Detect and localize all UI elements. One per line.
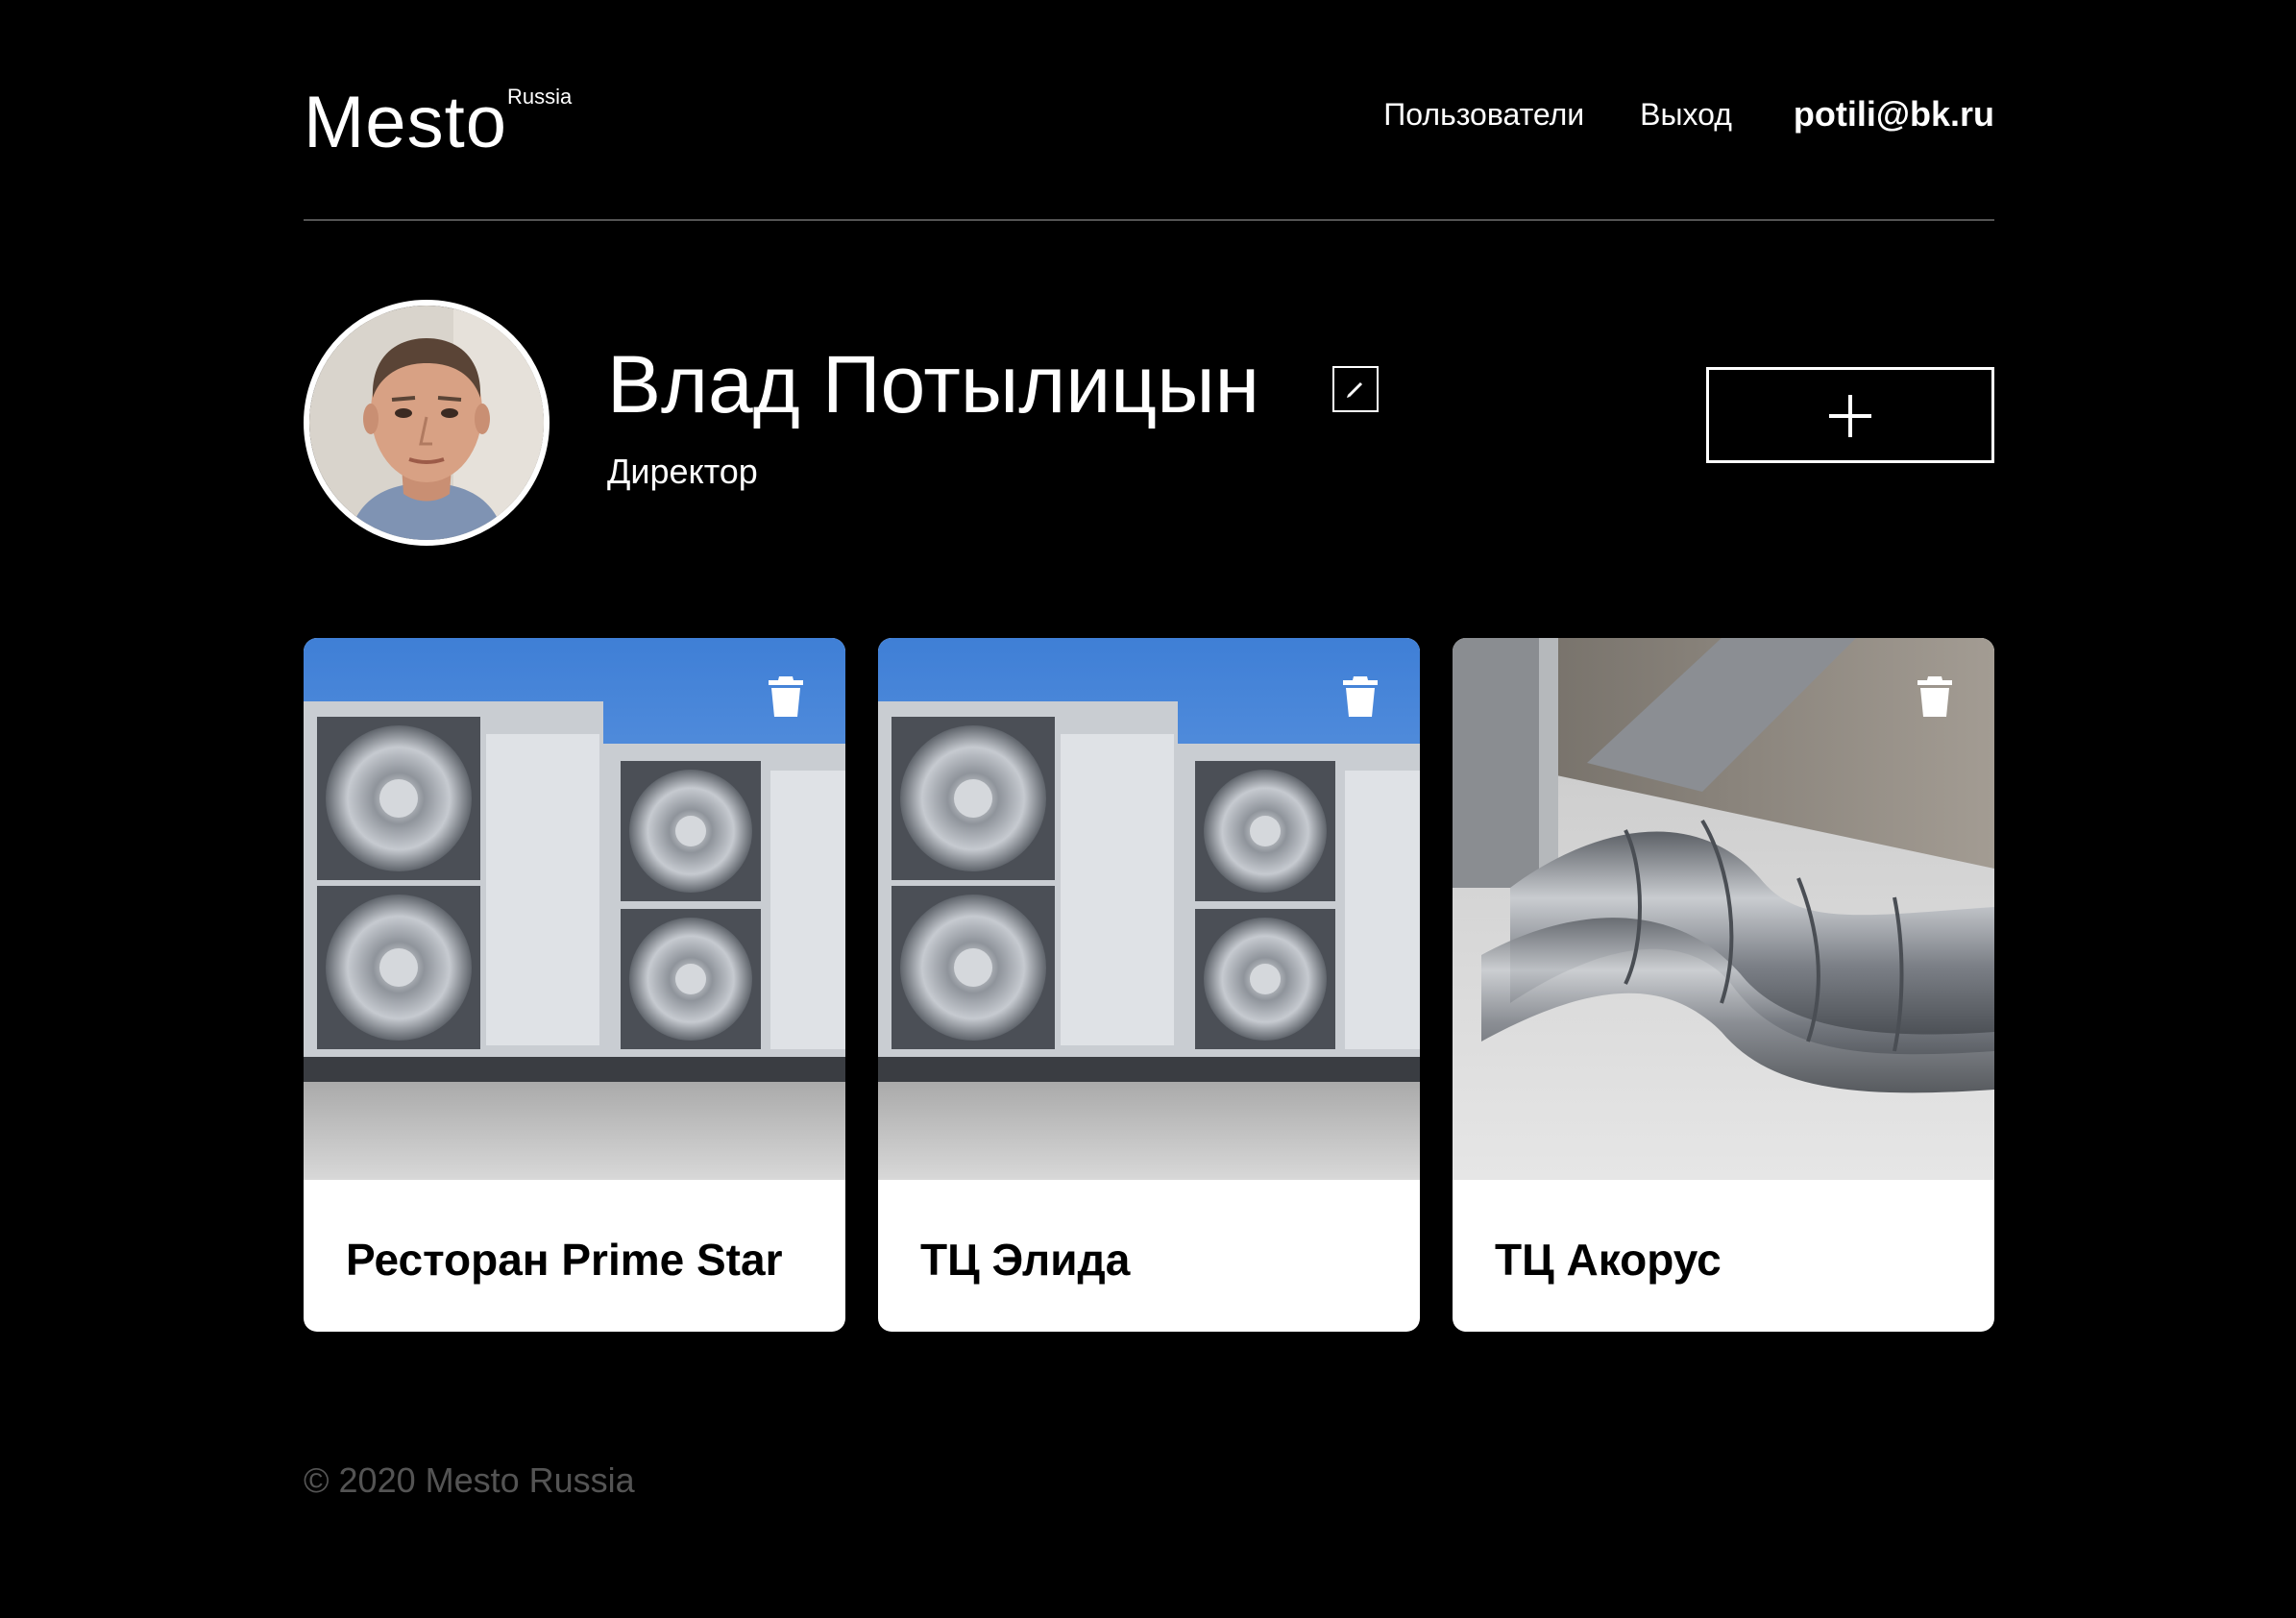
card-title: ТЦ Элида (920, 1235, 1131, 1285)
cards-grid: Ресторан Prime Star ТЦ Элида ТЦ Акорус (304, 638, 1994, 1332)
user-email: potili@bk.ru (1793, 94, 1994, 134)
nav-users-link[interactable]: Пользователи (1383, 97, 1584, 133)
card: ТЦ Акорус (1453, 638, 1994, 1332)
profile-section: Влад Потылицын Директор (304, 300, 1994, 546)
profile-job: Директор (607, 452, 758, 491)
nav-logout-link[interactable]: Выход (1640, 97, 1732, 133)
edit-profile-button[interactable] (1332, 366, 1379, 412)
header-nav: Пользователи Выход potili@bk.ru (1328, 94, 1994, 135)
card: ТЦ Элида (878, 638, 1420, 1332)
avatar-photo (309, 306, 544, 540)
card-image[interactable] (1453, 638, 1994, 1180)
trash-icon[interactable] (1916, 674, 1954, 719)
logo-subtitle: Russia (507, 85, 573, 109)
logo[interactable]: Mesto (304, 86, 507, 159)
profile-name: Влад Потылицын (607, 339, 1260, 429)
ac-units-image (878, 638, 1420, 1180)
card-image[interactable] (304, 638, 845, 1180)
ac-units-image (304, 638, 845, 1180)
footer-copyright: © 2020 Mesto Russia (304, 1460, 635, 1500)
trash-icon[interactable] (767, 674, 805, 719)
card-title: ТЦ Акорус (1495, 1235, 1722, 1285)
add-card-button[interactable] (1706, 367, 1994, 463)
trash-icon[interactable] (1341, 674, 1380, 719)
card-title: Ресторан Prime Star (346, 1235, 783, 1285)
site-header: Mesto Russia Пользователи Выход potili@b… (304, 58, 1994, 221)
card-image[interactable] (878, 638, 1420, 1180)
pencil-icon (1347, 381, 1363, 398)
avatar[interactable] (304, 300, 550, 546)
plus-icon (1829, 395, 1871, 437)
ventilation-ducts-image (1453, 638, 1994, 1180)
card: Ресторан Prime Star (304, 638, 845, 1332)
